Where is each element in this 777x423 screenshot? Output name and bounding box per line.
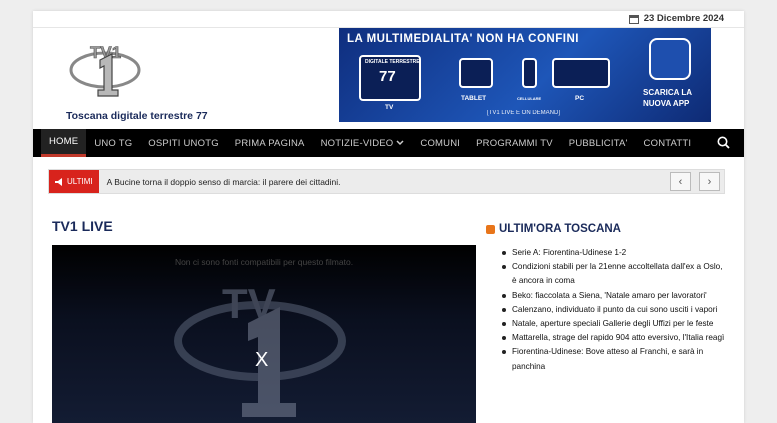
- pc-device: [552, 58, 610, 88]
- channel-number: 77: [379, 68, 396, 85]
- list-item[interactable]: Condizioni stabili per la 21enne accolte…: [499, 260, 729, 288]
- dtt-label: DIGITALE TERRESTRE: [365, 59, 420, 65]
- tv1-logo[interactable]: TV1: [68, 38, 143, 100]
- app-cta-line1: SCARICA LA: [643, 88, 693, 97]
- nav-item-home[interactable]: HOME: [41, 129, 87, 157]
- nav-label: UNO TG: [94, 137, 133, 149]
- tv-label: TV: [385, 104, 394, 111]
- video-player[interactable]: Non ci sono fonti compatibili per questo…: [52, 245, 476, 423]
- nav-label: CONTATTI: [643, 137, 692, 149]
- close-icon[interactable]: X: [255, 349, 268, 372]
- sidebar-title: ULTIM'ORA TOSCANA: [486, 223, 621, 235]
- nav-item-programmi-tv[interactable]: PROGRAMMI TV: [468, 129, 561, 157]
- main-nav: HOME UNO TG OSPITI UNOTG PRIMA PAGINA NO…: [33, 129, 744, 157]
- sidebar-title-text: ULTIM'ORA TOSCANA: [499, 223, 621, 235]
- app-banner[interactable]: LA MULTIMEDIALITA' NON HA CONFINI DIGITA…: [339, 28, 711, 122]
- nav-label: COMUNI: [420, 137, 461, 149]
- rss-icon[interactable]: [486, 224, 495, 234]
- nav-item-contatti[interactable]: CONTATTI: [636, 129, 700, 157]
- tablet-device: [459, 58, 493, 88]
- list-item[interactable]: Fiorentina-Udinese: Bove atteso al Franc…: [499, 345, 729, 373]
- chevron-down-icon: [396, 140, 404, 146]
- breaking-news-ticker: ULTIMI A Bucine torna il doppio senso di…: [48, 169, 725, 194]
- page-container: 23 Dicembre 2024 TV1 Toscana digitale te…: [33, 11, 744, 423]
- chevron-right-icon[interactable]: ›: [699, 172, 720, 191]
- chevron-left-icon[interactable]: ‹: [670, 172, 691, 191]
- banner-headline: LA MULTIMEDIALITA' NON HA CONFINI: [347, 33, 579, 45]
- phone-device: [522, 58, 537, 88]
- nav-item-uno-tg[interactable]: UNO TG: [86, 129, 140, 157]
- nav-item-comuni[interactable]: COMUNI: [412, 129, 468, 157]
- nav-label: PRIMA PAGINA: [234, 137, 305, 149]
- top-bar: 23 Dicembre 2024: [33, 11, 744, 28]
- list-item[interactable]: Calenzano, individuato il punto da cui s…: [499, 303, 729, 317]
- live-section-title: TV1 LIVE: [52, 218, 113, 234]
- site-header: TV1 Toscana digitale terrestre 77 LA MUL…: [33, 28, 744, 130]
- app-cta-line2: NUOVA APP: [643, 99, 690, 108]
- nav-label: PUBBLICITA': [568, 137, 628, 149]
- app-icon: [649, 38, 691, 80]
- nav-label: NOTIZIE-VIDEO: [320, 137, 394, 149]
- list-item[interactable]: Mattarella, strage del rapido 904 atto e…: [499, 331, 729, 345]
- ticker-label: ULTIMI: [49, 170, 99, 193]
- nav-item-notizie-video[interactable]: NOTIZIE-VIDEO: [313, 129, 413, 157]
- nav-label: HOME: [49, 136, 79, 147]
- phone-label: CELLULARE: [517, 96, 542, 101]
- search-icon[interactable]: [717, 136, 730, 149]
- tablet-label: TABLET: [461, 95, 487, 102]
- calendar-icon: [628, 14, 639, 24]
- tv1-watermark-logo: TV: [174, 280, 346, 417]
- date-text: 23 Dicembre 2024: [643, 13, 724, 24]
- nav-item-ospiti-unotg[interactable]: OSPITI UNOTG: [140, 129, 227, 157]
- ticker-controls: ‹ ›: [670, 172, 720, 191]
- ticker-label-text: ULTIMI: [67, 177, 93, 186]
- list-item[interactable]: Natale, aperture speciali Gallerie degli…: [499, 317, 729, 331]
- nav-label: OSPITI UNOTG: [148, 137, 219, 149]
- megaphone-icon: [55, 177, 62, 186]
- ticker-headline[interactable]: A Bucine torna il doppio senso di marcia…: [107, 177, 341, 187]
- news-list: Serie A: Fiorentina-Udinese 1-2 Condizio…: [499, 246, 729, 374]
- pc-label: PC: [575, 95, 585, 102]
- date-display: 23 Dicembre 2024: [628, 13, 724, 24]
- nav-label: PROGRAMMI TV: [476, 137, 553, 149]
- list-item[interactable]: Serie A: Fiorentina-Udinese 1-2: [499, 246, 729, 260]
- site-tagline: Toscana digitale terrestre 77: [66, 110, 208, 122]
- nav-item-prima-pagina[interactable]: PRIMA PAGINA: [227, 129, 313, 157]
- list-item[interactable]: Beko: fiaccolata a Siena, 'Natale amaro …: [499, 289, 729, 303]
- banner-subtext: [TV1 LIVE E ON DEMAND]: [487, 110, 561, 116]
- nav-item-pubblicita[interactable]: PUBBLICITA': [561, 129, 636, 157]
